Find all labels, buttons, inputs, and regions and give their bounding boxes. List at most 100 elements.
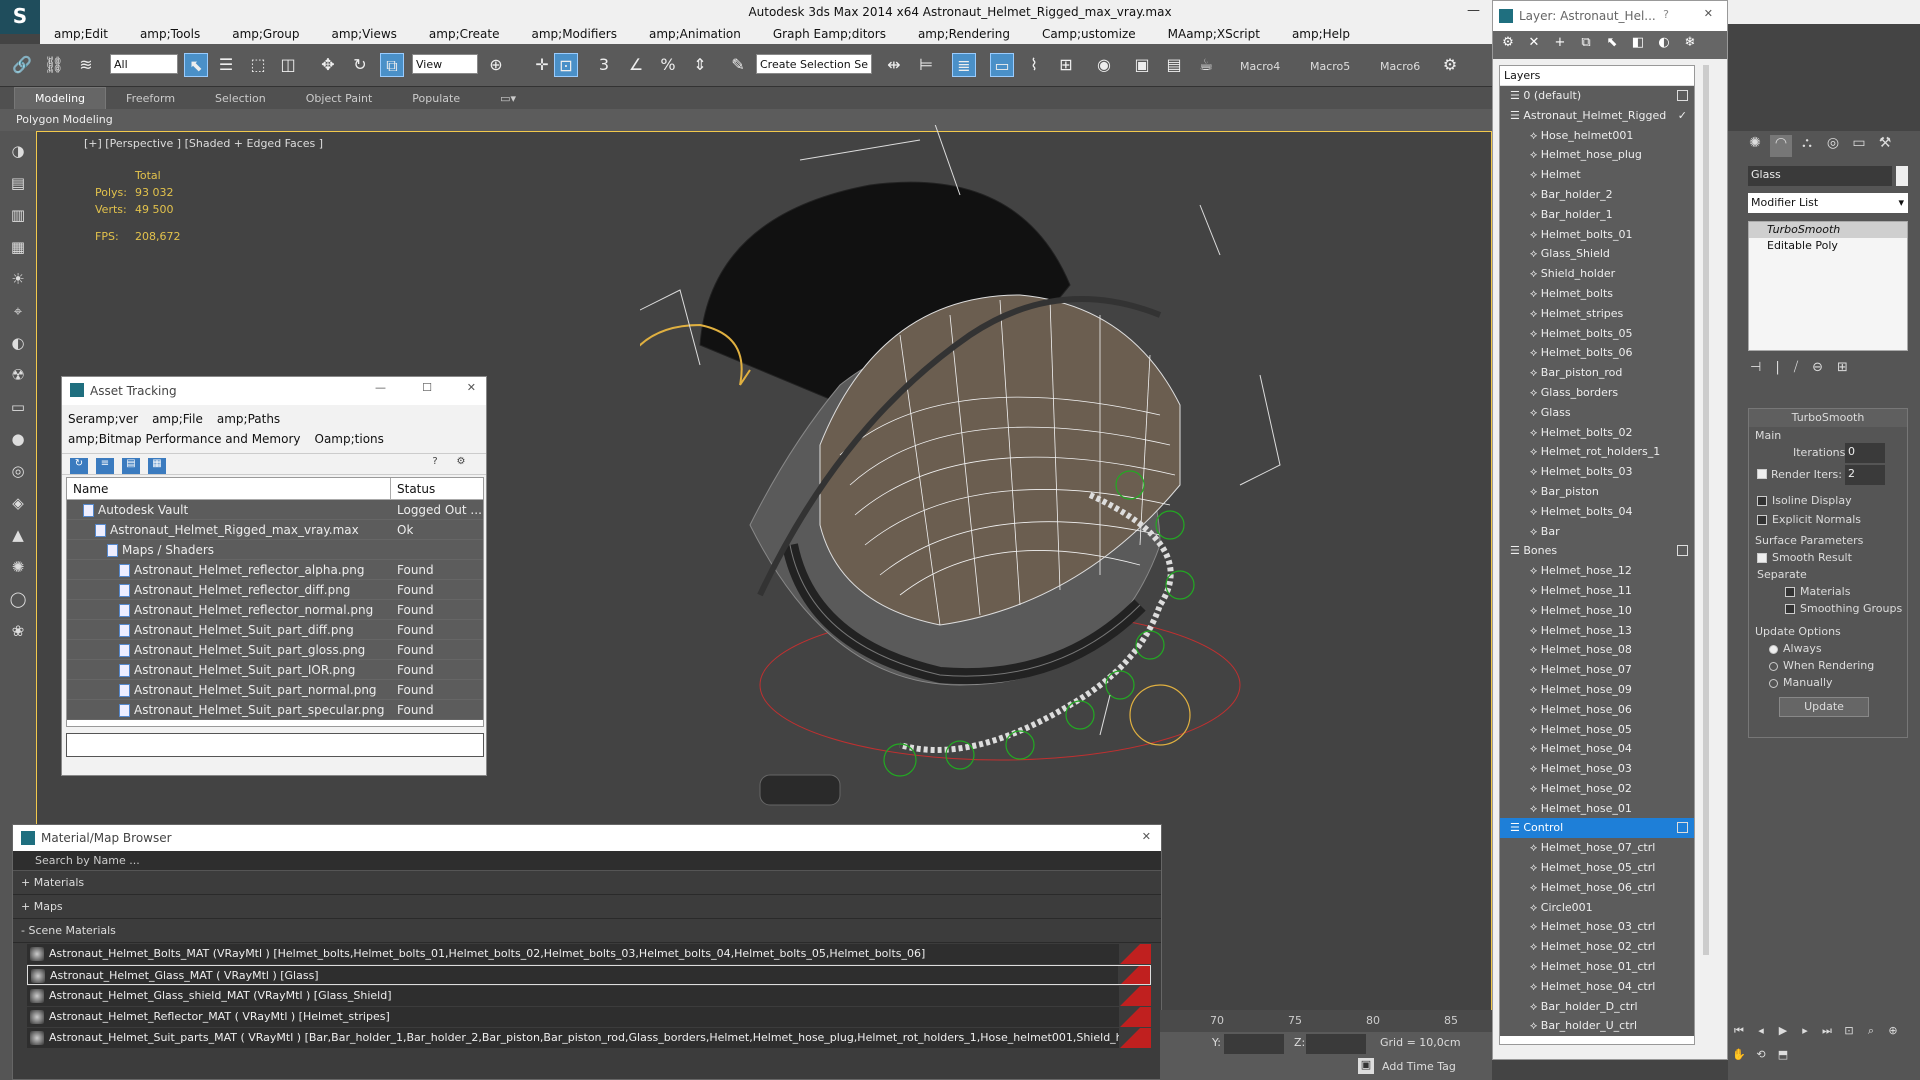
freeze-all-icon[interactable]: ❄ [1681, 35, 1699, 53]
cone-tool-icon[interactable]: ▲ [6, 523, 30, 547]
time-tag-icon[interactable]: ▣ [1358, 1058, 1374, 1074]
play-icon[interactable]: ▶ [1774, 1024, 1792, 1040]
render-frame-icon[interactable]: ▤ [1162, 53, 1186, 77]
layer-object-row[interactable]: ⟡ Helmet_hose_02_ctrl [1500, 937, 1694, 958]
layer-help-icon[interactable]: ? [1663, 8, 1669, 21]
explicit-normals-checkbox[interactable] [1757, 515, 1767, 525]
y-coord-input[interactable] [1224, 1034, 1284, 1054]
maximize-viewport-icon[interactable]: ⬒ [1774, 1048, 1792, 1064]
camera-tool-icon[interactable]: ⌖ [6, 299, 30, 323]
layer-object-row[interactable]: ⟡ Helmet_hose_04 [1500, 739, 1694, 760]
render-iters-checkbox[interactable] [1757, 469, 1767, 479]
menu-views[interactable]: amp;Views [331, 24, 396, 44]
layer-object-row[interactable]: ⟡ Helmet_bolts_01 [1500, 224, 1694, 245]
menu-group[interactable]: amp;Group [232, 24, 299, 44]
named-selection-dropdown[interactable]: Create Selection Se [756, 54, 872, 74]
material-row[interactable]: Astronaut_Helmet_Glass_MAT ( VRayMtl ) [… [27, 965, 1151, 985]
stack-controls[interactable]: ⊣|⧸⊖⊞ [1750, 360, 1862, 375]
asset-help-icon[interactable]: ? [426, 456, 444, 472]
layer-object-row[interactable]: ⟡ Helmet_hose_02 [1500, 778, 1694, 799]
asset-row[interactable]: Astronaut_Helmet_Suit_part_normal.png Fou… [67, 680, 483, 700]
layer-row[interactable]: ☰ Control [1500, 818, 1694, 839]
pivot-icon[interactable]: ⊕ [484, 53, 508, 77]
layer-object-row[interactable]: ⟡ Bar [1500, 521, 1694, 542]
render-setup-icon[interactable]: ▣ [1130, 53, 1154, 77]
asset-row[interactable]: Astronaut_Helmet_Suit_part_specular.png F… [67, 700, 483, 720]
layer-object-row[interactable]: ⟡ Helmet_bolts [1500, 283, 1694, 304]
box-tool-icon[interactable]: ▭ [6, 395, 30, 419]
orbit-icon[interactable]: ⟲ [1752, 1048, 1770, 1064]
add-to-layer-icon[interactable]: ⧉ [1577, 35, 1595, 53]
link-icon[interactable]: 🔗 [10, 53, 34, 77]
bind-spacewarp-icon[interactable]: ≋ [74, 53, 98, 77]
layers-tool-icon[interactable]: ▤ [6, 171, 30, 195]
col-name[interactable]: Name [67, 478, 391, 499]
layer-object-row[interactable]: ⟡ Glass [1500, 402, 1694, 423]
explorer-tool-icon[interactable]: ▥ [6, 203, 30, 227]
viewport-label[interactable]: [+] [Perspective ] [Shaded + Edged Faces… [84, 137, 323, 150]
layer-object-row[interactable]: ⟡ Helmet_hose_11 [1500, 580, 1694, 601]
systems-tool-icon[interactable]: ☢ [6, 363, 30, 387]
go-end-icon[interactable]: ⏭ [1818, 1024, 1836, 1040]
app-logo[interactable]: S [0, 0, 40, 34]
align-icon[interactable]: ⊨ [914, 53, 938, 77]
isoline-checkbox[interactable] [1757, 496, 1767, 506]
layer-object-row[interactable]: ⟡ Helmet_hose_08 [1500, 640, 1694, 661]
material-row[interactable]: Astronaut_Helmet_Suit_parts_MAT ( VRayMt… [27, 1028, 1151, 1048]
section-materials[interactable]: + Materials [13, 871, 1161, 895]
asset-menu-bitmap[interactable]: amp;Bitmap Performance and Memory [68, 432, 301, 446]
teapot-tool-icon[interactable]: ◯ [6, 587, 30, 611]
snap-toggle-icon[interactable]: 3 [592, 53, 616, 77]
asset-row[interactable]: Astronaut_Helmet_Rigged_max_vray.max Ok [67, 520, 483, 540]
macro4-button[interactable]: Macro4 [1240, 60, 1280, 73]
schematic-view-icon[interactable]: ⊞ [1054, 53, 1078, 77]
ribbon-options-icon[interactable]: ▭▾ [480, 88, 536, 110]
mirror-icon[interactable]: ⇹ [882, 53, 906, 77]
z-coord-input[interactable] [1306, 1034, 1366, 1054]
layer-current-checkbox[interactable] [1677, 822, 1688, 834]
tab-selection[interactable]: Selection [195, 88, 286, 110]
stack-turbosmooth[interactable]: TurboSmooth [1749, 222, 1907, 238]
spinner-snap-icon[interactable]: ⇕ [688, 53, 712, 77]
layer-object-row[interactable]: ⟡ Bar_holder_D_ctrl [1500, 996, 1694, 1017]
viewport-tool-icon[interactable]: ◑ [6, 139, 30, 163]
curve-editor-icon[interactable]: ⌇ [1022, 53, 1046, 77]
asset-row[interactable]: Maps / Shaders [67, 540, 483, 560]
asset-row[interactable]: Astronaut_Helmet_Suit_part_diff.png Found [67, 620, 483, 640]
layer-row[interactable]: ☰ Astronaut_Helmet_Rigged ✓ [1500, 105, 1694, 126]
next-frame-icon[interactable]: ▸ [1796, 1024, 1814, 1040]
layer-scrollbar[interactable] [1703, 65, 1709, 955]
minimize-icon[interactable]: — [1467, 3, 1480, 18]
selection-filter-dropdown[interactable]: All [110, 54, 178, 74]
layer-object-row[interactable]: ⟡ Helmet [1500, 165, 1694, 185]
helper-tool-icon[interactable]: ◐ [6, 331, 30, 355]
new-layer-icon[interactable]: + [1551, 35, 1569, 53]
modify-tab-icon[interactable]: ◠ [1770, 135, 1792, 157]
layer-object-row[interactable]: ⟡ Bar_holder_1 [1500, 204, 1694, 225]
section-scene-materials[interactable]: - Scene Materials [13, 919, 1161, 943]
smooth-result-checkbox[interactable] [1757, 553, 1767, 563]
menu-tools[interactable]: amp;Tools [140, 24, 200, 44]
layer-close-icon[interactable]: ✕ [1704, 7, 1713, 20]
menu-create[interactable]: amp;Create [429, 24, 500, 44]
ref-coord-dropdown[interactable]: View [412, 54, 478, 74]
stack-editable-poly[interactable]: Editable Poly [1749, 238, 1907, 254]
hedra-tool-icon[interactable]: ◈ [6, 491, 30, 515]
move-icon[interactable]: ✥ [316, 53, 340, 77]
layer-object-row[interactable]: ⟡ Bar_holder_2 [1500, 184, 1694, 205]
light-tool-icon[interactable]: ☀ [6, 267, 30, 291]
scale-icon[interactable]: ⧉ [380, 53, 404, 77]
table-view-icon[interactable]: ▤ [122, 458, 140, 474]
update-button[interactable]: Update [1779, 697, 1869, 717]
torus-tool-icon[interactable]: ◎ [6, 459, 30, 483]
asset-maximize-icon[interactable]: ☐ [422, 381, 432, 394]
select-object-icon[interactable]: ⬉ [184, 53, 208, 77]
grid-tool-icon[interactable]: ▦ [6, 235, 30, 259]
delete-layer-icon[interactable]: ✕ [1525, 35, 1543, 53]
window-crossing-icon[interactable]: ◫ [276, 53, 300, 77]
layer-current-checkbox[interactable] [1677, 545, 1688, 557]
rotate-icon[interactable]: ↻ [348, 53, 372, 77]
list-view-icon[interactable]: ≡ [96, 458, 114, 474]
add-time-tag[interactable]: Add Time Tag [1382, 1060, 1456, 1073]
layer-object-row[interactable]: ⟡ Helmet_hose_05_ctrl [1500, 858, 1694, 878]
